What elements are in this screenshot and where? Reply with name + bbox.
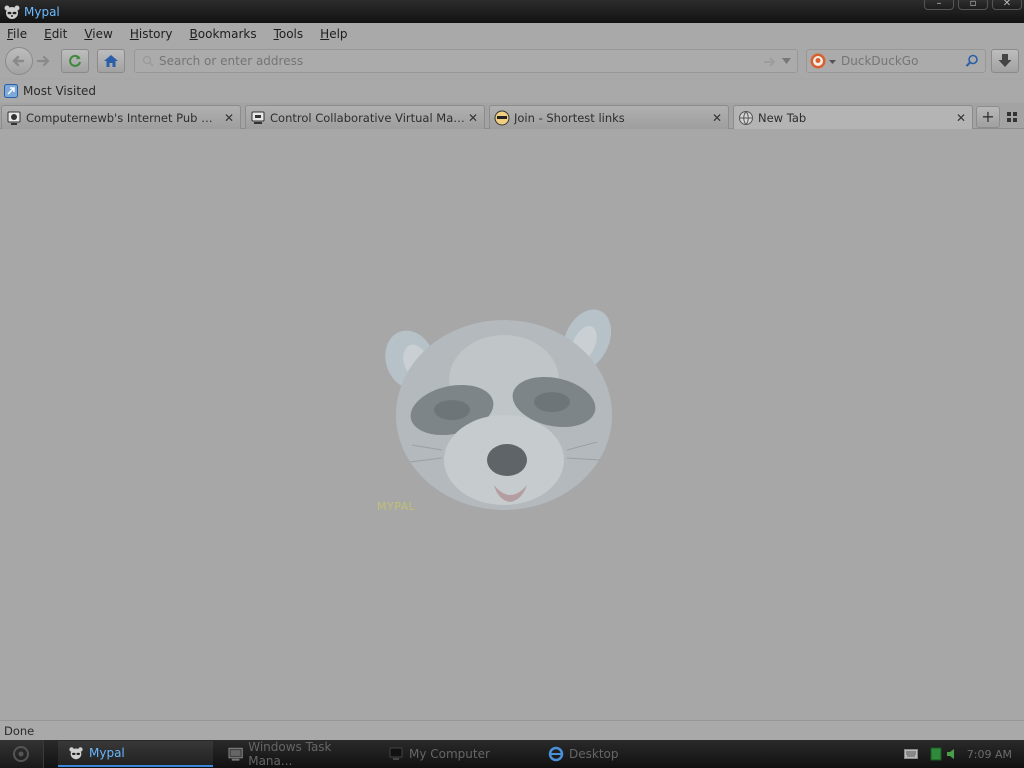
tab-new-tab[interactable]: New Tab ✕: [733, 105, 973, 129]
tab-strip: Computernewb's Internet Pub Hub ✕ Contro…: [0, 103, 1024, 129]
bookmarks-toolbar: Most Visited: [0, 80, 1024, 102]
tab-label: Computernewb's Internet Pub Hub: [26, 110, 221, 125]
mypal-taskbar-icon: [69, 747, 83, 760]
search-go-icon[interactable]: [965, 54, 979, 68]
collabvm-favicon: [251, 111, 265, 124]
computer-icon: [389, 747, 403, 760]
download-arrow-icon: [998, 54, 1012, 67]
status-bar: Done: [0, 720, 1024, 740]
forward-arrow-icon: [36, 55, 50, 67]
taskbar-item-my-computer[interactable]: My Computer: [378, 741, 533, 767]
computernewb-favicon: [7, 111, 21, 125]
raccoon-mascot-logo: [385, 309, 612, 510]
taskbar-item-desktop[interactable]: Desktop: [538, 741, 693, 767]
taskbar-item-label: My Computer: [409, 747, 490, 761]
back-button[interactable]: [5, 47, 33, 75]
downloads-button[interactable]: [991, 49, 1019, 73]
go-arrow-icon[interactable]: [763, 56, 777, 68]
tab-shortest[interactable]: Join - Shortest links ✕: [489, 105, 729, 129]
url-input[interactable]: [159, 54, 739, 68]
page-content: MYPAL: [0, 130, 1024, 720]
menu-view[interactable]: View: [84, 27, 112, 41]
most-visited-icon: [4, 84, 18, 98]
menu-bookmarks[interactable]: Bookmarks: [190, 27, 257, 41]
system-tray: 7:09 AM: [903, 740, 1024, 768]
keyboard-icon[interactable]: [903, 749, 918, 759]
menu-edit[interactable]: Edit: [44, 27, 67, 41]
url-bar[interactable]: [134, 49, 798, 73]
search-input[interactable]: [841, 54, 961, 68]
menu-bar: File Edit View History Bookmarks Tools H…: [0, 23, 1024, 44]
volume-icon[interactable]: [945, 747, 959, 761]
status-text: Done: [4, 723, 35, 738]
minimize-button[interactable]: –: [924, 0, 954, 10]
back-arrow-icon: [12, 55, 25, 67]
tab-label: Join - Shortest links: [514, 110, 625, 125]
menu-file[interactable]: File: [7, 27, 27, 41]
navigation-toolbar: [0, 44, 1024, 78]
new-tab-button[interactable]: +: [976, 106, 1000, 128]
taskbar-item-label: Desktop: [569, 747, 619, 761]
forward-button[interactable]: [34, 52, 54, 70]
dropdown-history-icon[interactable]: [782, 58, 791, 65]
tab-close-icon[interactable]: ✕: [221, 111, 237, 125]
taskbar-item-mypal[interactable]: Mypal: [58, 741, 213, 767]
list-all-tabs-icon[interactable]: [1006, 111, 1018, 123]
logo-caption: MYPAL: [377, 500, 416, 513]
taskbar-item-task-manager[interactable]: Windows Task Mana...: [218, 740, 373, 768]
desktop-ie-icon: [548, 746, 564, 762]
duckduckgo-icon[interactable]: [810, 53, 826, 69]
home-icon: [104, 55, 118, 67]
window-titlebar[interactable]: Mypal – ▫ ✕: [0, 0, 1024, 23]
mypal-app-icon: [4, 5, 20, 19]
most-visited-bookmark[interactable]: Most Visited: [23, 84, 96, 98]
tab-close-icon[interactable]: ✕: [465, 111, 481, 125]
menu-tools[interactable]: Tools: [274, 27, 304, 41]
close-window-button[interactable]: ✕: [992, 0, 1022, 10]
tab-close-icon[interactable]: ✕: [709, 111, 725, 125]
taskbar-item-label: Windows Task Mana...: [248, 740, 332, 768]
tab-label: New Tab: [758, 110, 807, 125]
search-bar[interactable]: [806, 49, 986, 73]
taskbar-item-label: Mypal: [89, 746, 125, 760]
tab-computernewb[interactable]: Computernewb's Internet Pub Hub ✕: [1, 105, 241, 129]
window-title: Mypal: [24, 4, 60, 19]
maximize-button[interactable]: ▫: [958, 0, 988, 10]
search-engine-dropdown-icon[interactable]: [829, 60, 836, 64]
start-button[interactable]: [0, 740, 44, 768]
network-icon[interactable]: [930, 747, 942, 761]
reload-icon: [69, 54, 81, 67]
menu-history[interactable]: History: [130, 27, 173, 41]
tab-collabvm[interactable]: Control Collaborative Virtual Mach... ✕: [245, 105, 485, 129]
task-manager-icon: [228, 747, 243, 761]
menu-help[interactable]: Help: [320, 27, 347, 41]
reload-button[interactable]: [61, 49, 89, 73]
globe-icon: [739, 110, 753, 125]
os-taskbar: Mypal Windows Task Mana... My Computer D…: [0, 740, 1024, 768]
shortest-favicon: [494, 110, 510, 125]
home-button[interactable]: [97, 49, 125, 73]
taskbar-clock[interactable]: 7:09 AM: [967, 748, 1012, 761]
start-orb-icon: [13, 746, 29, 762]
search-icon: [142, 55, 154, 67]
tab-close-icon[interactable]: ✕: [953, 111, 969, 125]
tab-label: Control Collaborative Virtual Mach...: [270, 110, 465, 125]
